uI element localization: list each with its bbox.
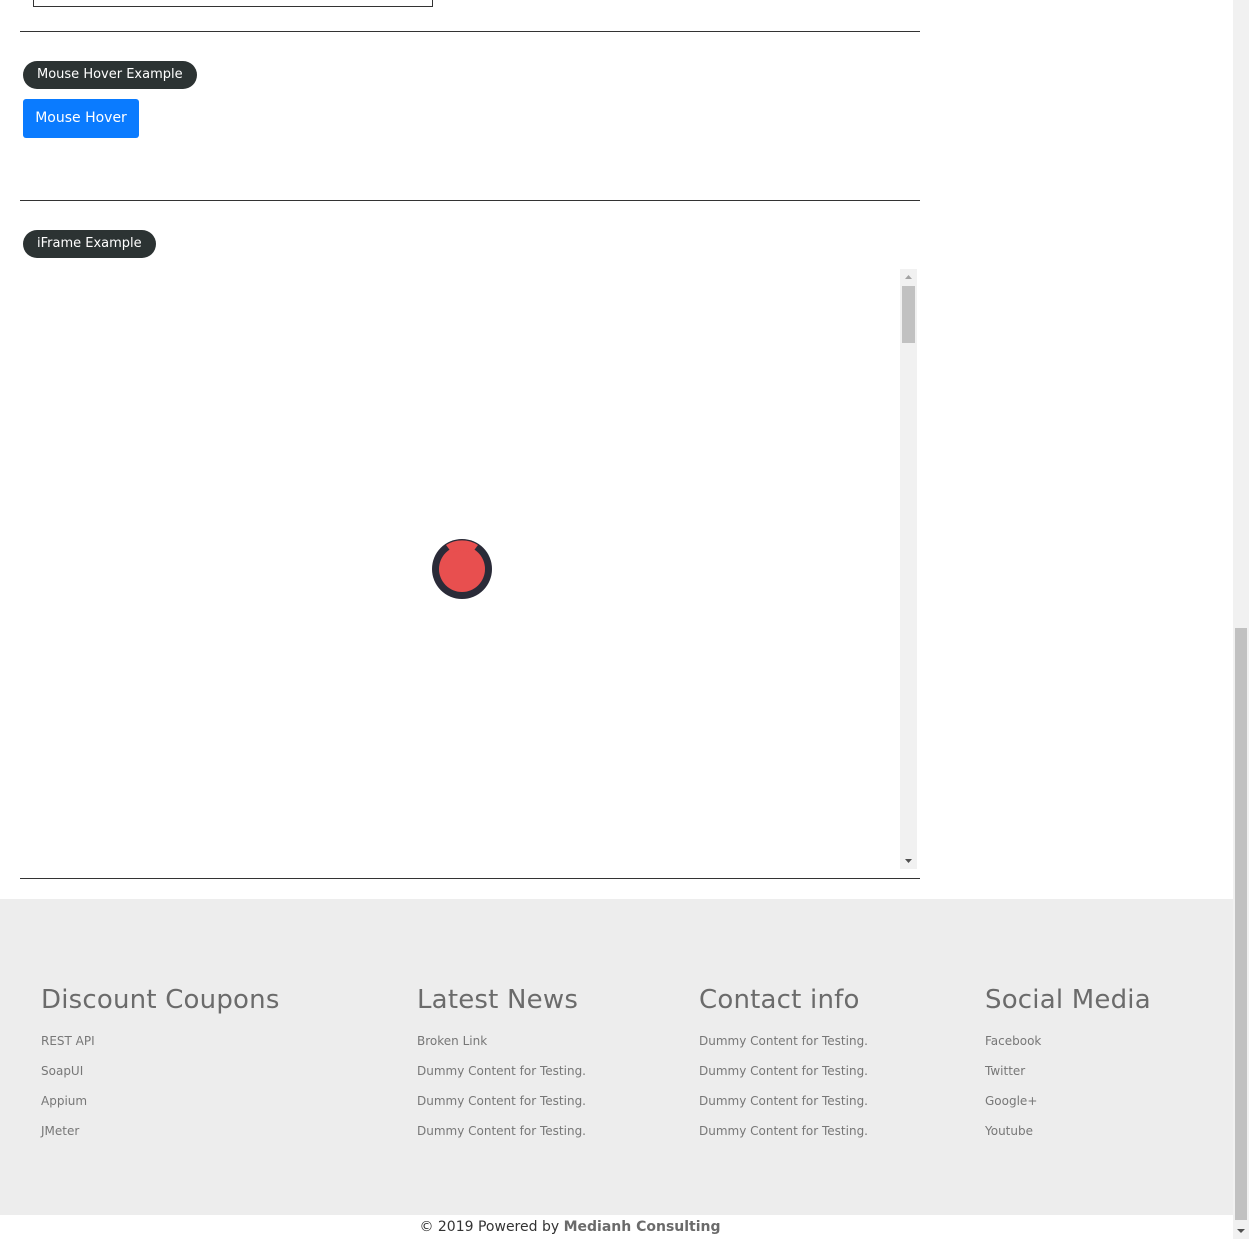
footer-link-dummy[interactable]: Dummy Content for Testing. [417,1094,586,1108]
footer-link-youtube[interactable]: Youtube [985,1124,1033,1138]
footer-link-dummy[interactable]: Dummy Content for Testing. [417,1124,586,1138]
footer-column-social-media: Social Media Facebook Twitter Google+ Yo… [985,983,1151,1150]
footer-column-contact-info: Contact info Dummy Content for Testing. … [699,983,868,1150]
footer-link-facebook[interactable]: Facebook [985,1034,1041,1048]
section-divider [20,878,920,879]
footer-column-title: Discount Coupons [41,985,280,1015]
footer-column-discount-coupons: Discount Coupons REST API SoapUI Appium … [41,983,280,1150]
page-scroll-thumb[interactable] [1235,628,1247,1220]
footer-link-dummy[interactable]: Dummy Content for Testing. [699,1124,868,1138]
copyright: © 2019 Powered by Medianh Consulting [0,1215,1140,1239]
section-divider [20,200,920,201]
scroll-down-arrow-icon[interactable] [1233,1223,1249,1239]
mouse-hover-button[interactable]: Mouse Hover [23,99,139,138]
footer-link-appium[interactable]: Appium [41,1094,87,1108]
section-divider [20,31,920,32]
iframe-scroll-thumb[interactable] [902,286,915,343]
footer-link-twitter[interactable]: Twitter [985,1064,1025,1078]
copyright-text: © 2019 Powered by [419,1219,564,1235]
footer-column-title: Latest News [417,985,579,1015]
iframe-scrollbar[interactable] [900,269,917,869]
footer-link-rest-api[interactable]: REST API [41,1034,95,1048]
footer-column-title: Contact info [699,985,860,1015]
footer-column-latest-news: Latest News Broken Link Dummy Content fo… [417,983,586,1150]
footer: Discount Coupons REST API SoapUI Appium … [0,899,1233,1215]
footer-link-dummy[interactable]: Dummy Content for Testing. [699,1034,868,1048]
footer-link-google-plus[interactable]: Google+ [985,1094,1037,1108]
footer-link-broken-link[interactable]: Broken Link [417,1034,487,1048]
text-input-partial[interactable] [33,0,433,7]
footer-column-title: Social Media [985,985,1151,1015]
footer-link-dummy[interactable]: Dummy Content for Testing. [699,1094,868,1108]
scroll-down-arrow-icon[interactable] [900,853,917,869]
footer-link-dummy[interactable]: Dummy Content for Testing. [417,1064,586,1078]
copyright-brand: Medianh Consulting [563,1219,721,1235]
iframe-section-label: iFrame Example [23,230,156,258]
page-scrollbar[interactable] [1233,0,1249,1239]
footer-link-dummy[interactable]: Dummy Content for Testing. [699,1064,868,1078]
footer-link-jmeter[interactable]: JMeter [41,1124,79,1138]
loading-spinner-icon [432,539,492,599]
scroll-up-arrow-icon[interactable] [900,269,917,285]
page: Mouse Hover Example Mouse Hover iFrame E… [0,0,1233,1239]
footer-link-soapui[interactable]: SoapUI [41,1064,83,1078]
mouse-hover-section-label: Mouse Hover Example [23,61,197,89]
